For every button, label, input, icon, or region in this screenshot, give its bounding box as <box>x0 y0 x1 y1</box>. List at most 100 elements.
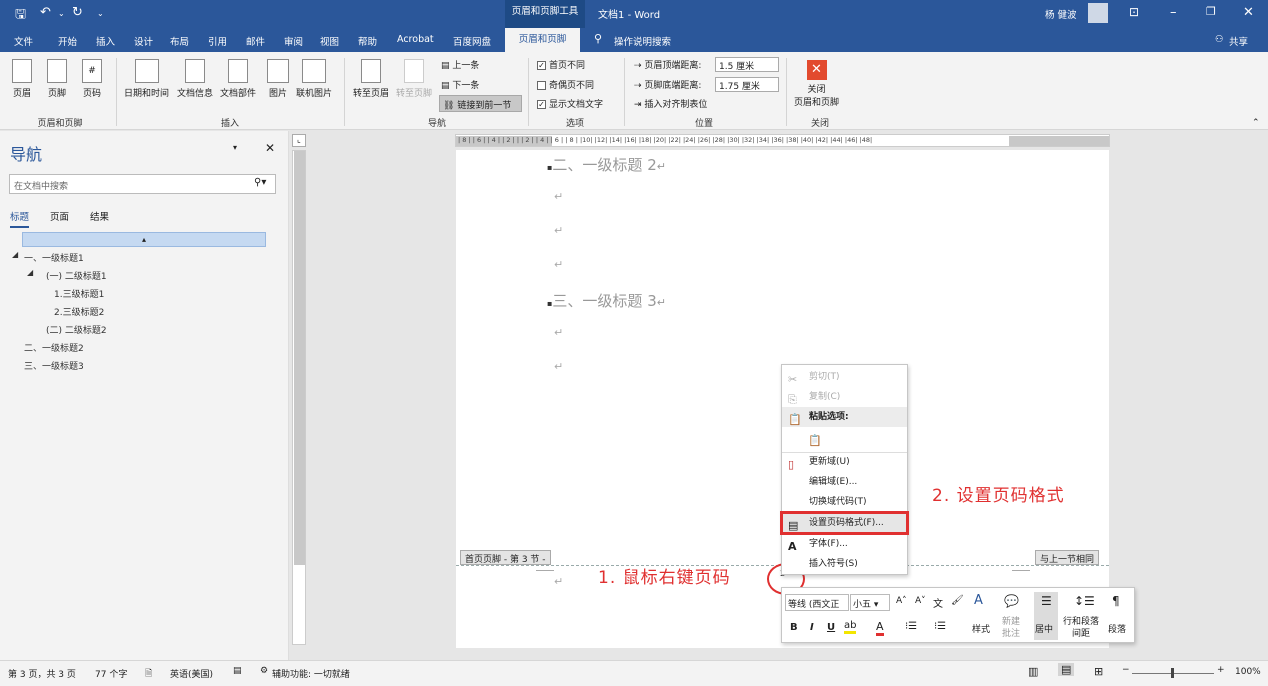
avatar[interactable] <box>1088 3 1108 23</box>
tab-selector[interactable]: ⌞ <box>292 134 306 147</box>
styles-button[interactable]: 样式 <box>972 622 990 635</box>
tab-acrobat[interactable]: Acrobat <box>397 34 434 45</box>
header-button[interactable]: 页眉 <box>12 59 32 99</box>
accessibility-status[interactable]: 辅助功能: 一切就绪 <box>272 667 350 680</box>
menu-item-format-page-numbers[interactable]: ▤ 设置页码格式(F)... <box>780 511 909 535</box>
line-spacing-label-2[interactable]: 间距 <box>1072 626 1090 639</box>
customize-qat-icon[interactable]: ⌄ <box>97 9 104 18</box>
zoom-level[interactable]: 100% <box>1235 667 1261 677</box>
menu-item-toggle-field-codes[interactable]: 切换域代码(T) <box>782 492 907 512</box>
quickparts-button[interactable]: 文档部件 <box>220 59 256 99</box>
expand-triangle-icon[interactable]: ◢ <box>12 250 18 259</box>
zoom-slider-thumb[interactable] <box>1171 668 1174 678</box>
tab-review[interactable]: 审阅 <box>284 34 303 48</box>
nav-tab-pages[interactable]: 页面 <box>50 209 69 223</box>
empty-paragraph[interactable]: ↵ <box>554 360 563 373</box>
italic-icon[interactable]: I <box>810 622 814 633</box>
collapse-ribbon-icon[interactable]: ⌃ <box>1252 118 1260 128</box>
footer-button[interactable]: 页脚 <box>47 59 67 99</box>
nav-search-input[interactable]: 在文档中搜索 ⚲▾ <box>9 174 276 194</box>
nav-close-icon[interactable]: ✕ <box>265 141 275 155</box>
highlight-icon[interactable]: ab <box>844 620 857 634</box>
font-color-icon[interactable]: A <box>876 620 884 636</box>
nav-heading-item[interactable]: 1.三级标题1 <box>54 287 104 300</box>
new-comment-label-2[interactable]: 批注 <box>1002 626 1020 639</box>
goto-header-button[interactable]: 转至页眉 <box>353 59 389 99</box>
empty-paragraph[interactable]: ↵ <box>554 224 563 237</box>
empty-paragraph[interactable]: ↵ <box>554 258 563 271</box>
nav-heading-item[interactable]: 三、一级标题3 <box>24 359 84 372</box>
proofing-icon[interactable]: 🗎 <box>145 666 152 682</box>
header-top-distance-input[interactable]: 1.5 厘米 <box>715 57 779 72</box>
nav-scroll-up-button[interactable]: ▴ <box>22 232 266 247</box>
bold-icon[interactable]: B <box>790 622 798 633</box>
menu-paste-keep-text[interactable]: 📋 <box>782 428 907 450</box>
vertical-ruler[interactable] <box>292 150 306 645</box>
new-comment-icon[interactable]: 💬 <box>1004 594 1019 608</box>
grow-font-icon[interactable]: A˄ <box>896 596 907 606</box>
shrink-font-icon[interactable]: A˅ <box>915 596 926 606</box>
macro-icon[interactable]: ▤ <box>233 666 242 676</box>
zoom-out-icon[interactable]: − <box>1122 665 1130 675</box>
menu-item-edit-field[interactable]: 编辑域(E)... <box>782 472 907 492</box>
online-picture-button[interactable]: 联机图片 <box>296 59 332 99</box>
tab-header-footer[interactable]: 页眉和页脚 <box>505 28 580 52</box>
nav-heading-item[interactable]: 2.三级标题2 <box>54 305 104 318</box>
tab-insert[interactable]: 插入 <box>96 34 115 48</box>
docinfo-button[interactable]: 文档信息 <box>177 59 213 99</box>
footer-bottom-distance-input[interactable]: 1.75 厘米 <box>715 77 779 92</box>
show-document-text-checkbox[interactable]: ✓ 显示文档文字 <box>537 97 603 110</box>
line-spacing-icon[interactable]: ↕☰ <box>1074 594 1095 608</box>
page-count[interactable]: 第 3 页，共 3 页 <box>8 667 76 680</box>
zoom-in-icon[interactable]: + <box>1217 665 1225 675</box>
web-layout-icon[interactable]: ⊞ <box>1094 665 1103 678</box>
menu-item-insert-symbol[interactable]: 插入符号(S) <box>782 554 907 574</box>
tab-baidu[interactable]: 百度网盘 <box>453 34 491 48</box>
share-icon[interactable]: ⚇ <box>1215 34 1224 45</box>
tab-layout[interactable]: 布局 <box>170 34 189 48</box>
underline-icon[interactable]: U <box>827 622 835 633</box>
horizontal-ruler[interactable]: | 8 | | 6 | | 4 | | 2 | | | 2 | | 4 | | … <box>455 134 1110 147</box>
prev-button[interactable]: ▤ 上一条 <box>441 58 479 71</box>
redo-icon[interactable]: ↻ <box>72 5 83 20</box>
goto-footer-button[interactable]: 转至页脚 <box>396 59 432 99</box>
user-name[interactable]: 杨 健波 <box>1045 7 1077 21</box>
nav-heading-item[interactable]: (一) 二级标题1 <box>46 269 107 282</box>
tab-references[interactable]: 引用 <box>208 34 227 48</box>
footer-paragraph-mark[interactable]: ↵ <box>554 575 563 588</box>
heading-paragraph[interactable]: ▪三、一级标题 3↵ <box>547 290 666 311</box>
tab-mailings[interactable]: 邮件 <box>246 34 265 48</box>
tab-help[interactable]: 帮助 <box>358 34 377 48</box>
nav-tab-headings[interactable]: 标题 <box>10 209 30 228</box>
page-number-button[interactable]: # 页码 <box>82 59 102 99</box>
empty-paragraph[interactable]: ↵ <box>554 326 563 339</box>
tab-view[interactable]: 视图 <box>320 34 339 48</box>
link-to-previous-button[interactable]: ⛓ 链接到前一节 <box>439 95 522 112</box>
tab-file[interactable]: 文件 <box>14 34 33 48</box>
nav-options-icon[interactable]: ▾ <box>233 143 237 152</box>
undo-icon[interactable]: ↶ <box>40 5 51 20</box>
nav-tab-results[interactable]: 结果 <box>90 209 109 223</box>
menu-item-copy[interactable]: ⎘ 复制(C) <box>782 387 907 407</box>
share-button[interactable]: 共享 <box>1229 34 1248 48</box>
empty-paragraph[interactable]: ↵ <box>554 190 563 203</box>
different-first-page-checkbox[interactable]: ✓ 首页不同 <box>537 58 585 71</box>
menu-item-cut[interactable]: ✂ 剪切(T) <box>782 367 907 387</box>
close-icon[interactable]: ✕ <box>1243 5 1254 20</box>
menu-item-update-field[interactable]: ▯ 更新域(U) <box>782 452 907 472</box>
format-painter-icon[interactable]: 🖌 <box>951 595 964 606</box>
paragraph-icon[interactable]: ¶ <box>1112 594 1120 608</box>
tell-me-search[interactable]: 操作说明搜索 <box>614 34 671 48</box>
search-icon[interactable]: ⚲▾ <box>254 177 266 188</box>
undo-dropdown-icon[interactable]: ⌄ <box>58 9 65 18</box>
word-count[interactable]: 77 个字 <box>95 667 127 680</box>
print-layout-icon[interactable]: ▤ <box>1058 663 1075 676</box>
restore-icon[interactable]: ❐ <box>1206 5 1216 18</box>
accessibility-icon[interactable]: ⚙ <box>260 666 268 676</box>
center-label[interactable]: 居中 <box>1035 622 1053 635</box>
ribbon-display-icon[interactable]: ⊡ <box>1129 5 1139 19</box>
menu-item-font[interactable]: A 字体(F)... <box>782 534 907 554</box>
paragraph-label[interactable]: 段落 <box>1108 622 1126 635</box>
tab-design[interactable]: 设计 <box>134 34 153 48</box>
nav-heading-item[interactable]: (二) 二级标题2 <box>46 323 107 336</box>
